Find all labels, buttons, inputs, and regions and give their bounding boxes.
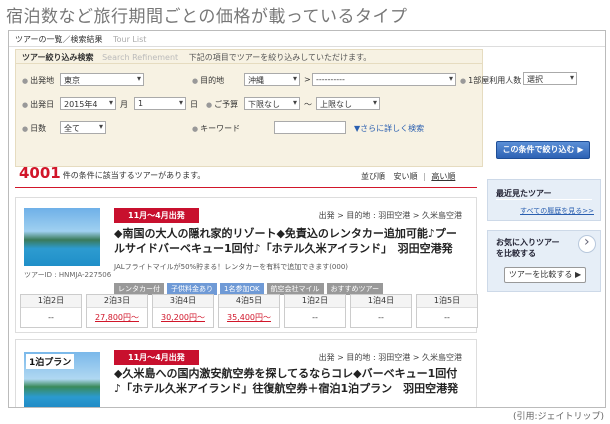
result-count-text: 件の条件に該当するツアーがあります。 [62, 171, 206, 180]
day-select[interactable]: 1 [134, 97, 186, 110]
search-button[interactable]: この条件で絞り込む ▶ [496, 141, 590, 159]
keyword-label: キーワード [192, 123, 240, 134]
duration-label: 4泊5日 [219, 295, 279, 308]
sort-separator: | [423, 172, 426, 181]
year-month-select[interactable]: 2015年4 [60, 97, 116, 110]
filter-title: ツアー絞り込み検索 [22, 53, 94, 62]
duration-cell[interactable]: 4泊5日 35,400円〜 [218, 294, 280, 328]
recent-tours-title: 最近見たツアー [496, 189, 552, 198]
tour-photo[interactable]: 1泊プラン [24, 352, 100, 407]
duration-label: 2泊3日 [87, 295, 147, 308]
days-label: 日数 [22, 123, 46, 134]
filter-description: 下記の項目でツアーを絞り込みしていただけます。 [188, 53, 372, 62]
destination-label: 目的地 [192, 75, 224, 86]
budget-max-select[interactable]: 上限なし [316, 97, 380, 110]
duration-label: 1泊5日 [417, 295, 477, 308]
tour-title[interactable]: ◆南国の大人の隠れ家的リゾート◆免責込のレンタカー追加可能♪プールサイドバーベキ… [114, 226, 464, 256]
tour-period-badge: 11月〜4月出発 [114, 208, 199, 223]
filter-title-en: Search Refinement [102, 53, 179, 62]
tour-card: ツアーID : HNMJA-227506 11月〜4月出発 出発 > 目的地 :… [15, 197, 478, 333]
duration-price[interactable]: 35,400円〜 [219, 308, 279, 327]
compare-button[interactable]: ツアーを比較する ▶ [504, 267, 586, 283]
duration-price: -- [312, 313, 318, 322]
date-label: 出発日 [22, 99, 54, 110]
duration-cell: 1泊4日 -- [350, 294, 412, 328]
tour-card: 1泊プラン 11月〜4月出発 出発 > 目的地 : 羽田空港 > 久米島空港 ◆… [15, 339, 477, 407]
filter-title-bar: ツアー絞り込み検索 Search Refinement 下記の項目でツアーを絞り… [16, 50, 482, 64]
duration-price: -- [444, 313, 450, 322]
source-caption: (引用:ジェイトリップ) [512, 412, 604, 422]
favorites-box: お気に入りツアーを比較する ツアーを比較する ▶ [487, 230, 601, 292]
duration-cell: 1泊2日 -- [284, 294, 346, 328]
room-select[interactable]: 選択 [523, 72, 577, 85]
day-suffix: 日 [190, 100, 198, 109]
recent-tours-rule [496, 199, 592, 200]
destination-arrow: > [304, 75, 311, 84]
duration-label: 1泊4日 [351, 295, 411, 308]
departure-label: 出発地 [22, 75, 54, 86]
destination-select-area[interactable]: ---------- [312, 73, 456, 86]
filter-panel: ツアー絞り込み検索 Search Refinement 下記の項目でツアーを絞り… [15, 49, 521, 167]
duration-label: 3泊4日 [153, 295, 213, 308]
room-label: 1部屋利用人数 [460, 75, 521, 86]
tour-photo[interactable] [24, 208, 100, 266]
keyword-input[interactable] [274, 121, 346, 134]
advanced-search-link[interactable]: ▼さらに詳しく検索 [354, 123, 424, 134]
recent-tours-box: 最近見たツアー すべての履歴を見る>> [487, 179, 601, 221]
destination-select-region[interactable]: 沖縄 [244, 73, 300, 86]
breadcrumb-en: Tour List [113, 35, 147, 44]
sort-expensive-link[interactable]: 高い順 [431, 172, 455, 181]
tour-title[interactable]: ◆久米島への国内激安航空券を探してるならコレ◆バーベキュー1回付♪「ホテル久米ア… [114, 366, 464, 396]
history-link[interactable]: すべての履歴を見る>> [520, 206, 594, 216]
duration-label: 1泊2日 [285, 295, 345, 308]
budget-tilde: 〜 [304, 100, 312, 109]
duration-cell[interactable]: 3泊4日 30,200円〜 [152, 294, 214, 328]
tour-id: ツアーID : HNMJA-227506 [24, 271, 112, 279]
duration-cell[interactable]: 2泊3日 27,800円〜 [86, 294, 148, 328]
days-select[interactable]: 全て [60, 121, 106, 134]
breadcrumb: ツアーの一覧／検索結果 Tour List [9, 31, 605, 47]
tour-route: 出発 > 目的地 : 羽田空港 > 久米島空港 [318, 353, 462, 362]
budget-min-select[interactable]: 下限なし [244, 97, 300, 110]
plan-badge: 1泊プラン [26, 354, 75, 369]
breadcrumb-label: ツアーの一覧／検索結果 [15, 35, 103, 44]
tour-route: 出発 > 目的地 : 羽田空港 > 久米島空港 [318, 211, 462, 220]
tour-note: JALフライトマイルが50%貯まる！レンタカーを有料で追加できます(000) [114, 263, 349, 271]
result-count-number: 4001 [19, 164, 61, 182]
duration-price: -- [48, 313, 54, 322]
sort-label: 並び順 [361, 172, 385, 181]
tour-tags: レンタカー付 子供料金あり 1名参加OK 航空会社マイル おすすめツアー [114, 276, 386, 295]
page-heading: 宿泊数など旅行期間ごとの価格が載っているタイプ [6, 7, 408, 27]
sort-bar: 並び順 安い順 | 高い順 [361, 171, 455, 182]
departure-select[interactable]: 東京 [60, 73, 144, 86]
result-count: 4001 件の条件に該当するツアーがあります。 [19, 164, 205, 182]
duration-cell: 1泊5日 -- [416, 294, 478, 328]
tour-period-badge: 11月〜4月出発 [114, 350, 199, 365]
month-suffix: 月 [120, 100, 128, 109]
sort-cheap-link[interactable]: 安い順 [394, 172, 418, 181]
screenshot-frame: ツアーの一覧／検索結果 Tour List ツアー絞り込み検索 Search R… [8, 30, 606, 408]
favorites-title: お気に入りツアーを比較する [496, 238, 560, 258]
budget-label: ご予算 [206, 99, 238, 110]
chevron-right-icon[interactable] [578, 234, 596, 253]
duration-price: -- [378, 313, 384, 322]
duration-price[interactable]: 27,800円〜 [87, 308, 147, 327]
duration-price[interactable]: 30,200円〜 [153, 308, 213, 327]
duration-cell: 1泊2日 -- [20, 294, 82, 328]
results-divider [15, 187, 477, 188]
duration-label: 1泊2日 [21, 295, 81, 308]
